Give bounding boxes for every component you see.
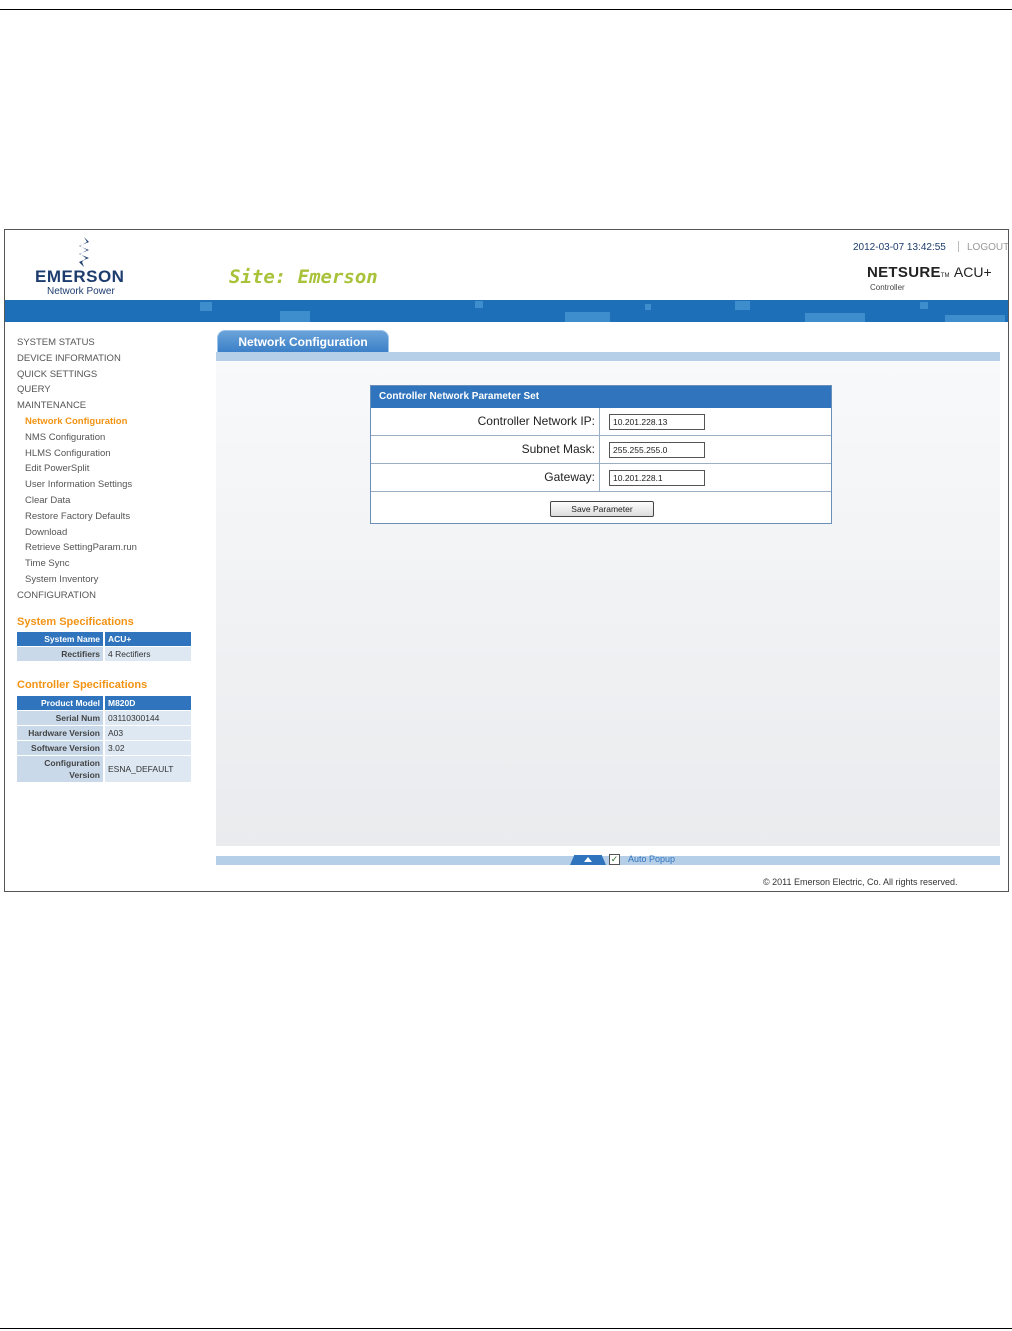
nav-network-configuration[interactable]: Network Configuration [17,414,217,430]
nav-maintenance[interactable]: MAINTENANCE [17,398,217,414]
system-specifications-title: System Specifications [17,616,134,628]
main-content: Controller Network Parameter Set Control… [216,361,1000,846]
copyright: © 2011 Emerson Electric, Co. All rights … [763,877,958,887]
nav-edit-powersplit[interactable]: Edit PowerSplit [17,461,217,477]
subnet-mask-input[interactable]: 255.255.255.0 [609,442,705,458]
header-separator [958,241,959,252]
spec-value: 4 Rectifiers [104,646,191,662]
nav-quick-settings[interactable]: QUICK SETTINGS [17,367,217,383]
table-row: Software Version 3.02 [17,740,191,756]
spec-key: Hardware Version [17,725,105,741]
nav-query[interactable]: QUERY [17,382,217,398]
nav-download[interactable]: Download [17,525,217,541]
sidebar-nav: SYSTEM STATUS DEVICE INFORMATION QUICK S… [17,335,217,604]
nav-user-information-settings[interactable]: User Information Settings [17,477,217,493]
current-datetime: 2012-03-07 13:42:55 [853,242,946,253]
column-divider [599,464,600,491]
system-specifications-table: System Name ACU+ Rectifiers 4 Rectifiers [17,632,191,662]
bottom-bar: ✓ Auto Popup [216,854,1000,865]
spec-key: System Name [17,632,105,647]
nav-retrieve-settingparam[interactable]: Retrieve SettingParam.run [17,540,217,556]
popup-toggle-button[interactable] [570,855,606,865]
brand-name: EMERSON [35,267,125,286]
product-tm: TM [940,273,950,279]
spec-value: A03 [104,725,191,741]
nav-system-inventory[interactable]: System Inventory [17,572,217,588]
table-row: Hardware Version A03 [17,725,191,741]
field-row-gateway: Gateway: 10.201.228.1 [371,464,831,492]
spec-key: Rectifiers [17,646,105,662]
spec-key: Configuration Version [17,755,105,783]
spec-value: 3.02 [104,740,191,756]
network-parameter-panel: Controller Network Parameter Set Control… [370,385,832,524]
table-row: Rectifiers 4 Rectifiers [17,646,191,662]
netsure-logo: NETSURETM ACU+ Controller [867,264,1007,292]
column-divider [599,408,600,435]
nav-time-sync[interactable]: Time Sync [17,556,217,572]
table-row: Product Model M820D [17,696,191,711]
spec-key: Serial Num [17,710,105,726]
nav-restore-factory-defaults[interactable]: Restore Factory Defaults [17,509,217,525]
page-rule-top [0,9,1012,10]
auto-popup-checkbox[interactable]: ✓ [609,854,620,865]
nav-device-information[interactable]: DEVICE INFORMATION [17,351,217,367]
logout-link[interactable]: LOGOUT [967,242,1008,253]
auto-popup-label[interactable]: Auto Popup [628,854,675,864]
brand-subtitle: Network Power [47,286,115,297]
browser-frame: EMERSON Network Power Site: Emerson 2012… [4,229,1009,892]
panel-title: Controller Network Parameter Set [371,386,831,408]
nav-configuration[interactable]: CONFIGURATION [17,588,217,604]
spec-value: 03110300144 [104,710,191,726]
header-banner [5,300,1008,322]
nav-nms-configuration[interactable]: NMS Configuration [17,430,217,446]
controller-ip-label: Controller Network IP: [477,414,595,428]
nav-system-status[interactable]: SYSTEM STATUS [17,335,217,351]
nav-hlms-configuration[interactable]: HLMS Configuration [17,446,217,462]
spec-key: Software Version [17,740,105,756]
chevron-up-icon [584,857,592,862]
site-title: Site: Emerson [229,266,378,288]
spec-value: ACU+ [104,632,191,647]
tab-network-configuration[interactable]: Network Configuration [217,330,389,352]
subnet-mask-label: Subnet Mask: [521,442,595,456]
table-row: Configuration Version ESNA_DEFAULT [17,755,191,783]
table-row: Serial Num 03110300144 [17,710,191,726]
save-parameter-button[interactable]: Save Parameter [550,501,654,517]
table-row: System Name ACU+ [17,632,191,647]
spec-value: ESNA_DEFAULT [104,755,191,783]
emerson-mark-icon [79,237,89,267]
product-subtitle: Controller [870,283,905,292]
tab-underline [216,352,1000,361]
column-divider [599,436,600,463]
emerson-logo: EMERSON Network Power [35,237,135,297]
gateway-label: Gateway: [544,470,595,484]
controller-ip-input[interactable]: 10.201.228.13 [609,414,705,430]
nav-clear-data[interactable]: Clear Data [17,493,217,509]
product-name: NETSURE [867,264,941,281]
product-model: ACU+ [953,264,992,280]
gateway-input[interactable]: 10.201.228.1 [609,470,705,486]
page-rule-bottom [0,1328,1012,1329]
field-row-subnet: Subnet Mask: 255.255.255.0 [371,436,831,464]
spec-value: M820D [104,696,191,711]
field-row-actions: Save Parameter [371,492,831,519]
controller-specifications-table: Product Model M820D Serial Num 031103001… [17,696,191,783]
field-row-ip: Controller Network IP: 10.201.228.13 [371,408,831,436]
controller-specifications-title: Controller Specifications [17,679,148,691]
spec-key: Product Model [17,696,105,711]
